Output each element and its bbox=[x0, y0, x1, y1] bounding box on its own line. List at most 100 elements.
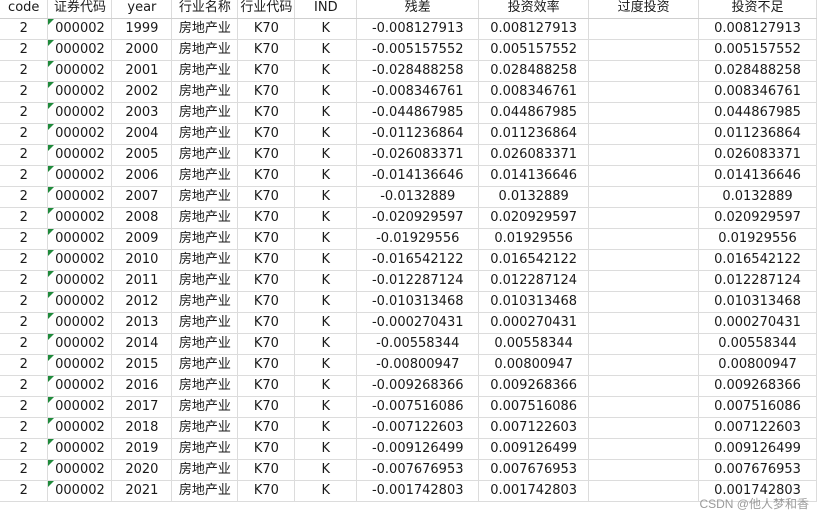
residual-cell[interactable]: -0.009268366 bbox=[356, 375, 480, 398]
stock-code-cell[interactable]: 000002 bbox=[47, 81, 113, 104]
under-investment-cell[interactable]: 0.012287124 bbox=[698, 270, 817, 293]
investment-efficiency-cell[interactable]: 0.007122603 bbox=[478, 417, 590, 440]
under-investment-cell[interactable]: 0.011236864 bbox=[698, 123, 817, 146]
investment-efficiency-cell[interactable]: 0.00558344 bbox=[478, 333, 590, 356]
under-investment-cell[interactable]: 0.005157552 bbox=[698, 39, 817, 62]
over-investment-cell[interactable] bbox=[588, 354, 699, 377]
industry-code-cell[interactable]: K70 bbox=[237, 144, 296, 167]
under-investment-cell[interactable]: 0.007676953 bbox=[698, 459, 817, 482]
industry-name-cell[interactable]: 房地产业 bbox=[171, 39, 239, 62]
industry-name-cell[interactable]: 房地产业 bbox=[171, 228, 239, 251]
over-investment-cell[interactable] bbox=[588, 333, 699, 356]
year-cell[interactable]: 2019 bbox=[111, 438, 173, 461]
investment-efficiency-cell[interactable]: 0.01929556 bbox=[478, 228, 590, 251]
industry-code-cell[interactable]: K70 bbox=[237, 228, 296, 251]
residual-cell[interactable]: -0.044867985 bbox=[356, 102, 480, 125]
year-cell[interactable]: 2011 bbox=[111, 270, 173, 293]
over-investment-cell[interactable] bbox=[588, 144, 699, 167]
stock-code-cell[interactable]: 000002 bbox=[47, 186, 113, 209]
industry-code-cell[interactable]: K70 bbox=[237, 480, 296, 503]
industry-name-cell[interactable]: 房地产业 bbox=[171, 270, 239, 293]
year-cell[interactable]: 2007 bbox=[111, 186, 173, 209]
under-investment-cell[interactable]: 0.020929597 bbox=[698, 207, 817, 230]
over-investment-cell[interactable] bbox=[588, 270, 699, 293]
ind-cell[interactable]: K bbox=[294, 396, 358, 419]
over-investment-cell[interactable] bbox=[588, 459, 699, 482]
col-header-industry-name[interactable]: 行业名称 bbox=[171, 0, 239, 20]
code-cell[interactable]: 2 bbox=[0, 438, 49, 461]
residual-cell[interactable]: -0.001742803 bbox=[356, 480, 480, 503]
industry-name-cell[interactable]: 房地产业 bbox=[171, 144, 239, 167]
stock-code-cell[interactable]: 000002 bbox=[47, 417, 113, 440]
investment-efficiency-cell[interactable]: 0.0132889 bbox=[478, 186, 590, 209]
code-cell[interactable]: 2 bbox=[0, 312, 49, 335]
code-cell[interactable]: 2 bbox=[0, 354, 49, 377]
industry-name-cell[interactable]: 房地产业 bbox=[171, 354, 239, 377]
year-cell[interactable]: 2013 bbox=[111, 312, 173, 335]
investment-efficiency-cell[interactable]: 0.000270431 bbox=[478, 312, 590, 335]
residual-cell[interactable]: -0.000270431 bbox=[356, 312, 480, 335]
stock-code-cell[interactable]: 000002 bbox=[47, 270, 113, 293]
code-cell[interactable]: 2 bbox=[0, 459, 49, 482]
investment-efficiency-cell[interactable]: 0.014136646 bbox=[478, 165, 590, 188]
investment-efficiency-cell[interactable]: 0.020929597 bbox=[478, 207, 590, 230]
under-investment-cell[interactable]: 0.00558344 bbox=[698, 333, 817, 356]
industry-name-cell[interactable]: 房地产业 bbox=[171, 417, 239, 440]
year-cell[interactable]: 2003 bbox=[111, 102, 173, 125]
under-investment-cell[interactable]: 0.044867985 bbox=[698, 102, 817, 125]
industry-name-cell[interactable]: 房地产业 bbox=[171, 249, 239, 272]
ind-cell[interactable]: K bbox=[294, 375, 358, 398]
col-header-year[interactable]: year bbox=[111, 0, 173, 20]
stock-code-cell[interactable]: 000002 bbox=[47, 396, 113, 419]
residual-cell[interactable]: -0.008127913 bbox=[356, 18, 480, 41]
code-cell[interactable]: 2 bbox=[0, 333, 49, 356]
stock-code-cell[interactable]: 000002 bbox=[47, 207, 113, 230]
industry-code-cell[interactable]: K70 bbox=[237, 270, 296, 293]
code-cell[interactable]: 2 bbox=[0, 165, 49, 188]
under-investment-cell[interactable]: 0.026083371 bbox=[698, 144, 817, 167]
under-investment-cell[interactable]: 0.01929556 bbox=[698, 228, 817, 251]
under-investment-cell[interactable]: 0.0132889 bbox=[698, 186, 817, 209]
stock-code-cell[interactable]: 000002 bbox=[47, 333, 113, 356]
col-header-investment-efficiency[interactable]: 投资效率 bbox=[478, 0, 590, 20]
industry-code-cell[interactable]: K70 bbox=[237, 396, 296, 419]
investment-efficiency-cell[interactable]: 0.009126499 bbox=[478, 438, 590, 461]
residual-cell[interactable]: -0.0132889 bbox=[356, 186, 480, 209]
year-cell[interactable]: 2014 bbox=[111, 333, 173, 356]
year-cell[interactable]: 1999 bbox=[111, 18, 173, 41]
industry-code-cell[interactable]: K70 bbox=[237, 333, 296, 356]
year-cell[interactable]: 2012 bbox=[111, 291, 173, 314]
residual-cell[interactable]: -0.026083371 bbox=[356, 144, 480, 167]
stock-code-cell[interactable]: 000002 bbox=[47, 39, 113, 62]
over-investment-cell[interactable] bbox=[588, 480, 699, 503]
over-investment-cell[interactable] bbox=[588, 123, 699, 146]
residual-cell[interactable]: -0.00558344 bbox=[356, 333, 480, 356]
stock-code-cell[interactable]: 000002 bbox=[47, 18, 113, 41]
under-investment-cell[interactable]: 0.028488258 bbox=[698, 60, 817, 83]
industry-name-cell[interactable]: 房地产业 bbox=[171, 438, 239, 461]
residual-cell[interactable]: -0.010313468 bbox=[356, 291, 480, 314]
ind-cell[interactable]: K bbox=[294, 249, 358, 272]
ind-cell[interactable]: K bbox=[294, 165, 358, 188]
year-cell[interactable]: 2009 bbox=[111, 228, 173, 251]
industry-code-cell[interactable]: K70 bbox=[237, 102, 296, 125]
investment-efficiency-cell[interactable]: 0.028488258 bbox=[478, 60, 590, 83]
year-cell[interactable]: 2018 bbox=[111, 417, 173, 440]
industry-code-cell[interactable]: K70 bbox=[237, 354, 296, 377]
industry-name-cell[interactable]: 房地产业 bbox=[171, 81, 239, 104]
over-investment-cell[interactable] bbox=[588, 81, 699, 104]
over-investment-cell[interactable] bbox=[588, 165, 699, 188]
industry-name-cell[interactable]: 房地产业 bbox=[171, 18, 239, 41]
residual-cell[interactable]: -0.016542122 bbox=[356, 249, 480, 272]
code-cell[interactable]: 2 bbox=[0, 480, 49, 503]
over-investment-cell[interactable] bbox=[588, 375, 699, 398]
under-investment-cell[interactable]: 0.009126499 bbox=[698, 438, 817, 461]
ind-cell[interactable]: K bbox=[294, 459, 358, 482]
col-header-residual[interactable]: 残差 bbox=[356, 0, 480, 20]
over-investment-cell[interactable] bbox=[588, 312, 699, 335]
industry-code-cell[interactable]: K70 bbox=[237, 123, 296, 146]
year-cell[interactable]: 2006 bbox=[111, 165, 173, 188]
stock-code-cell[interactable]: 000002 bbox=[47, 480, 113, 503]
industry-name-cell[interactable]: 房地产业 bbox=[171, 186, 239, 209]
year-cell[interactable]: 2016 bbox=[111, 375, 173, 398]
